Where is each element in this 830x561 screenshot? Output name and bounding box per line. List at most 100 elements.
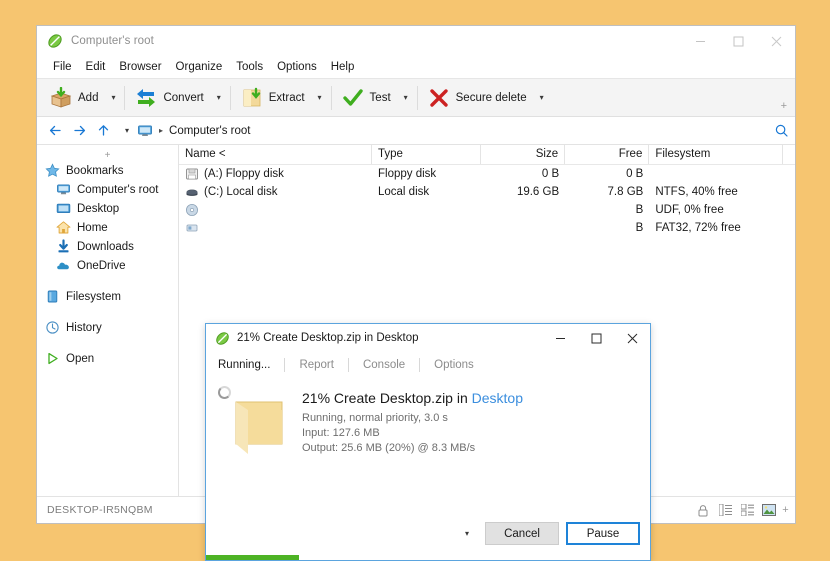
tab-running[interactable]: Running... <box>218 359 284 371</box>
sidebar-item-computers-root[interactable]: Computer's root <box>37 180 178 199</box>
column-header-free[interactable]: Free <box>565 145 650 164</box>
cell-free: B <box>635 222 644 234</box>
minimize-button[interactable] <box>681 26 719 56</box>
convert-dropdown-caret[interactable]: ▾ <box>211 83 227 113</box>
column-header-filesystem[interactable]: Filesystem <box>649 145 783 164</box>
thumbnail-view-icon[interactable] <box>758 501 780 519</box>
download-icon <box>56 239 71 254</box>
dialog-minimize-button[interactable] <box>542 324 578 352</box>
add-dropdown-caret[interactable]: ▾ <box>105 83 121 113</box>
sidebar-item-open[interactable]: Open <box>37 349 178 368</box>
column-header-name[interactable]: Name < <box>179 145 372 164</box>
test-button-label: Test <box>369 91 391 104</box>
cell-type: Local disk <box>378 186 430 198</box>
breadcrumb-separator: ▸ <box>159 126 164 135</box>
task-heading-prefix: 21% Create Desktop.zip in <box>302 390 472 406</box>
convert-icon <box>135 87 157 109</box>
search-icon[interactable] <box>767 123 795 138</box>
list-view-icon[interactable] <box>736 501 758 519</box>
add-button-label: Add <box>78 91 99 104</box>
window-controls <box>681 26 795 56</box>
cell-name <box>179 201 372 219</box>
cancel-button[interactable]: Cancel <box>485 522 559 545</box>
back-arrow-icon[interactable] <box>43 119 67 143</box>
cell-filesystem: FAT32, 72% free <box>655 222 741 234</box>
menu-tools[interactable]: Tools <box>229 59 270 75</box>
menu-edit[interactable]: Edit <box>79 59 113 75</box>
menu-help[interactable]: Help <box>324 59 362 75</box>
dialog-title: 21% Create Desktop.zip in Desktop <box>237 332 419 344</box>
menu-file[interactable]: File <box>46 59 79 75</box>
test-dropdown-caret[interactable]: ▾ <box>398 83 414 113</box>
forward-arrow-icon[interactable] <box>67 119 91 143</box>
table-row[interactable]: B FAT32, 72% free <box>179 219 795 237</box>
menubar: File Edit Browser Organize Tools Options… <box>37 56 795 78</box>
sidebar-item-label: OneDrive <box>77 259 126 272</box>
dialog-close-button[interactable] <box>614 324 650 352</box>
optical-disk-icon <box>185 203 199 217</box>
history-clock-icon <box>45 320 60 335</box>
menu-organize[interactable]: Organize <box>169 59 230 75</box>
details-view-icon[interactable] <box>714 501 736 519</box>
menu-options[interactable]: Options <box>270 59 324 75</box>
column-header-type[interactable]: Type <box>372 145 481 164</box>
toolbar-divider <box>416 85 418 110</box>
sidebar-item-label: Bookmarks <box>66 164 124 177</box>
column-header-size[interactable]: Size <box>481 145 566 164</box>
sidebar-item-history[interactable]: History <box>37 318 178 337</box>
cell-size <box>481 219 565 237</box>
address-path-field[interactable]: ▸ Computer's root <box>137 120 767 142</box>
extract-dropdown-caret[interactable]: ▾ <box>312 83 328 113</box>
sidebar-item-desktop[interactable]: Desktop <box>37 199 178 218</box>
dialog-maximize-button[interactable] <box>578 324 614 352</box>
window-titlebar: Computer's root <box>37 26 795 56</box>
sidebar-item-filesystem[interactable]: Filesystem <box>37 287 178 306</box>
history-dropdown-caret[interactable]: ▾ <box>119 119 135 143</box>
sidebar-item-label: Computer's root <box>77 183 159 196</box>
toolbar-divider <box>124 85 126 110</box>
sidebar-item-home[interactable]: Home <box>37 218 178 237</box>
toolbar-overflow-button[interactable]: + <box>781 100 787 112</box>
column-header-spacer <box>783 145 795 164</box>
status-overflow-button[interactable]: + <box>780 504 789 516</box>
sidebar: + Bookmarks Computer's root Desktop Home… <box>37 145 179 496</box>
table-row[interactable]: B UDF, 0% free <box>179 201 795 219</box>
sidebar-item-label: Home <box>77 221 108 234</box>
cell-filesystem <box>649 165 783 183</box>
extract-folder-icon <box>241 87 263 109</box>
tab-options[interactable]: Options <box>420 359 488 371</box>
tab-console[interactable]: Console <box>349 359 419 371</box>
toolbar-divider <box>229 85 231 110</box>
table-row[interactable]: (C:) Local disk Local disk 19.6 GB 7.8 G… <box>179 183 795 201</box>
task-heading-link[interactable]: Desktop <box>472 390 523 406</box>
secure-delete-button[interactable]: Secure delete <box>421 83 534 113</box>
add-button[interactable]: Add <box>43 83 105 113</box>
add-archive-icon <box>50 86 72 109</box>
computer-icon <box>137 123 153 139</box>
sidebar-item-bookmarks[interactable]: Bookmarks <box>37 161 178 180</box>
sidebar-item-downloads[interactable]: Downloads <box>37 237 178 256</box>
test-button[interactable]: Test <box>335 83 398 113</box>
extract-button[interactable]: Extract <box>234 83 312 113</box>
up-arrow-icon[interactable] <box>91 119 115 143</box>
more-options-caret[interactable]: ▾ <box>456 522 478 545</box>
sidebar-item-onedrive[interactable]: OneDrive <box>37 256 178 275</box>
dialog-body: 21% Create Desktop.zip in Desktop Runnin… <box>206 378 650 555</box>
sidebar-item-label: Open <box>66 352 95 365</box>
pause-button[interactable]: Pause <box>566 522 640 545</box>
folder-icon <box>232 398 290 454</box>
tab-report[interactable]: Report <box>285 359 348 371</box>
sidebar-expand-button[interactable]: + <box>37 151 178 161</box>
extract-button-label: Extract <box>268 91 305 104</box>
maximize-button[interactable] <box>719 26 757 56</box>
convert-button[interactable]: Convert <box>128 83 210 113</box>
close-button[interactable] <box>757 26 795 56</box>
secure-delete-dropdown-caret[interactable]: ▾ <box>534 83 550 113</box>
sidebar-item-label: History <box>66 321 102 334</box>
table-row[interactable]: (A:) Floppy disk Floppy disk 0 B 0 B <box>179 165 795 183</box>
lock-icon[interactable] <box>692 501 714 519</box>
peazip-icon <box>215 331 230 346</box>
menu-browser[interactable]: Browser <box>112 59 168 75</box>
cell-name: (A:) Floppy disk <box>179 165 372 183</box>
